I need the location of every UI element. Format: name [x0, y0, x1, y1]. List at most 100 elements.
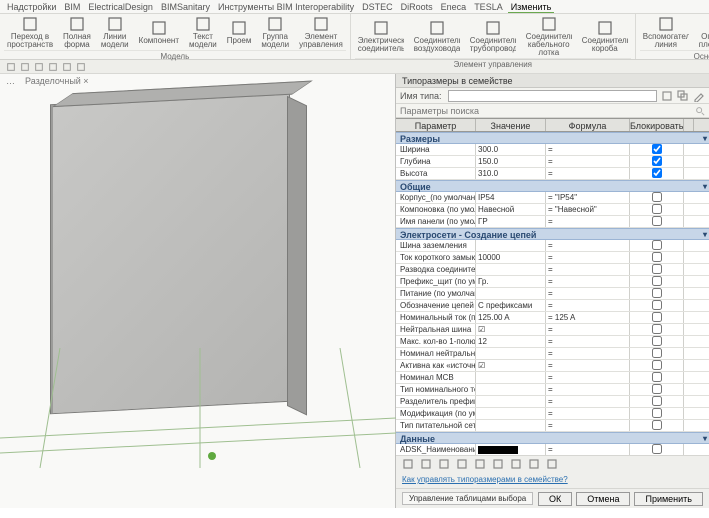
param-row[interactable]: Модификация (по умолча=	[396, 408, 709, 420]
param-formula[interactable]: = "IP54"	[546, 192, 630, 203]
param-formula[interactable]: =	[546, 444, 630, 455]
param-value[interactable]	[476, 444, 546, 455]
wire-icon[interactable]	[76, 62, 86, 72]
param-value[interactable]	[476, 348, 546, 359]
param-row[interactable]: Номинал MCB=	[396, 372, 709, 384]
param-formula[interactable]: =	[546, 336, 630, 347]
col-lock[interactable]: Блокировать	[630, 119, 684, 131]
param-row[interactable]: Тип номинального тока=	[396, 384, 709, 396]
param-value[interactable]: Гр.	[476, 276, 546, 287]
param-lock[interactable]	[630, 216, 684, 227]
spline-icon[interactable]	[48, 62, 58, 72]
param-lock[interactable]	[630, 240, 684, 251]
rename-type-icon[interactable]	[693, 90, 705, 102]
param-row[interactable]: Питание (по умолчанию)=	[396, 288, 709, 300]
param-value[interactable]	[476, 396, 546, 407]
ribbon-btn[interactable]: Переход в пространство	[4, 16, 56, 49]
param-row[interactable]: Ширина300.0=	[396, 144, 709, 156]
param-formula[interactable]: =	[546, 288, 630, 299]
param-value[interactable]	[476, 240, 546, 251]
ribbon-btn[interactable]: Текст модели	[186, 16, 220, 49]
param-row[interactable]: Ток короткого замыкани10000=	[396, 252, 709, 264]
param-row[interactable]: Номинал нейтрально?=	[396, 348, 709, 360]
param-value[interactable]	[476, 384, 546, 395]
viewport-3d[interactable]: … Разделочный ×	[0, 74, 396, 508]
param-value[interactable]: 310.0	[476, 168, 546, 179]
param-lock[interactable]	[630, 348, 684, 359]
param-value[interactable]	[476, 420, 546, 431]
param-value[interactable]	[476, 288, 546, 299]
param-lock[interactable]	[630, 192, 684, 203]
param-lock[interactable]	[630, 252, 684, 263]
param-row[interactable]: Префикс_щит (по умолчаГр.=	[396, 276, 709, 288]
param-value[interactable]: 12	[476, 336, 546, 347]
param-row[interactable]: Разделитель префикса цеп=	[396, 396, 709, 408]
param-lock[interactable]	[630, 288, 684, 299]
param-row[interactable]: Шина заземления=	[396, 240, 709, 252]
param-lock[interactable]	[630, 156, 684, 167]
eye-icon[interactable]	[546, 458, 558, 470]
param-formula[interactable]: =	[546, 156, 630, 167]
param-lock[interactable]	[630, 420, 684, 431]
param-formula[interactable]: =	[546, 396, 630, 407]
param-formula[interactable]: =	[546, 420, 630, 431]
ribbon-btn[interactable]: Линии модели	[98, 16, 132, 49]
param-formula[interactable]: =	[546, 408, 630, 419]
search-icon[interactable]	[695, 106, 705, 116]
param-lock[interactable]	[630, 144, 684, 155]
tab-4[interactable]: Инструменты BIM Interoperability	[215, 2, 357, 13]
param-value[interactable]	[476, 408, 546, 419]
param-row[interactable]: Высота310.0=	[396, 168, 709, 180]
param-row[interactable]: Тип питательной сети (по ум=	[396, 420, 709, 432]
col-value[interactable]: Значение	[476, 119, 546, 131]
manage-lookup-tables-button[interactable]: Управление таблицами выбора	[402, 492, 533, 505]
param-row[interactable]: Номинальный ток (по ум125.00 A= 125 A	[396, 312, 709, 324]
tab-7[interactable]: Eneca	[438, 2, 470, 13]
param-group-header[interactable]: Данные	[396, 432, 709, 444]
param-value[interactable]: 300.0	[476, 144, 546, 155]
ribbon-btn[interactable]: Группа модели	[258, 16, 292, 49]
param-value[interactable]: 150.0	[476, 156, 546, 167]
param-lock[interactable]	[630, 372, 684, 383]
col-parameter[interactable]: Параметр	[396, 119, 476, 131]
sort-d-icon[interactable]	[528, 458, 540, 470]
ribbon-btn[interactable]: Соединитель кабельного лотка	[523, 16, 575, 57]
param-value[interactable]: 10000	[476, 252, 546, 263]
param-group-header[interactable]: Общие	[396, 180, 709, 192]
param-lock[interactable]	[630, 276, 684, 287]
param-lock[interactable]	[630, 264, 684, 275]
param-lock[interactable]	[630, 408, 684, 419]
param-formula[interactable]: =	[546, 168, 630, 179]
param-lock[interactable]	[630, 396, 684, 407]
view-tab[interactable]: Разделочный ×	[25, 76, 89, 86]
param-value[interactable]: С префиксами	[476, 300, 546, 311]
param-formula[interactable]: =	[546, 348, 630, 359]
param-lock[interactable]	[630, 300, 684, 311]
param-value[interactable]: 125.00 A	[476, 312, 546, 323]
param-lock[interactable]	[630, 360, 684, 371]
tab-3[interactable]: BIMSanitary	[158, 2, 213, 13]
param-row[interactable]: Макс. кол-во 1-полюсных12=	[396, 336, 709, 348]
param-value[interactable]: ☑	[476, 324, 546, 335]
param-row[interactable]: Глубина150.0=	[396, 156, 709, 168]
arrow-l-icon[interactable]	[474, 458, 486, 470]
param-value[interactable]: ГР	[476, 216, 546, 227]
arrow-r-icon[interactable]	[492, 458, 504, 470]
param-value[interactable]	[476, 372, 546, 383]
param-formula[interactable]: =	[546, 324, 630, 335]
section-icon[interactable]	[34, 62, 44, 72]
help-link[interactable]: Как управлять типоразмерами в семействе?	[396, 471, 709, 488]
param-row[interactable]: Компоновка (по умолчаниНавесной= "Навесн…	[396, 204, 709, 216]
new-type-icon[interactable]	[661, 90, 673, 102]
copy-icon[interactable]	[438, 458, 450, 470]
param-group-header[interactable]: Размеры	[396, 132, 709, 144]
param-formula[interactable]: =	[546, 264, 630, 275]
tab-6[interactable]: DiRoots	[398, 2, 436, 13]
ribbon-btn[interactable]: Опорная плоскость	[696, 16, 709, 49]
ribbon-btn[interactable]: Полная форма	[60, 16, 94, 49]
param-formula[interactable]: = 125 A	[546, 312, 630, 323]
ribbon-btn[interactable]: Проем	[224, 16, 255, 49]
param-lock[interactable]	[630, 336, 684, 347]
ribbon-btn[interactable]: Соединитель воздуховода	[411, 16, 463, 57]
param-formula[interactable]: =	[546, 252, 630, 263]
